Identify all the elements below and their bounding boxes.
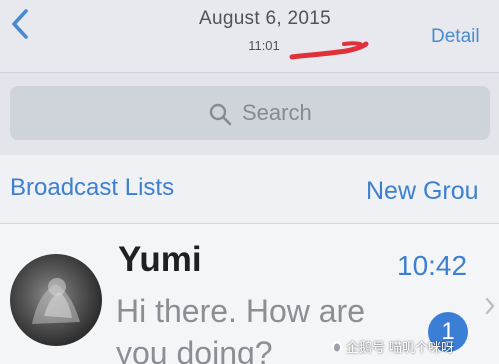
red-scribble-mark bbox=[289, 41, 369, 60]
chevron-left-icon bbox=[12, 9, 28, 39]
chat-list-screen: August 6, 2015 11:01 Detail Search Broad… bbox=[0, 0, 499, 364]
chevron-right-icon bbox=[485, 297, 495, 315]
search-bar: Search bbox=[0, 73, 499, 155]
message-time: 10:42 bbox=[397, 250, 468, 281]
back-button[interactable] bbox=[6, 6, 36, 42]
chat-actions-row: Broadcast Lists New Grou bbox=[0, 155, 499, 224]
navigation-bar: August 6, 2015 11:01 Detail bbox=[0, 0, 499, 73]
penguin-logo-icon bbox=[332, 340, 342, 353]
new-group-link[interactable]: New Grou bbox=[366, 177, 479, 206]
detail-button[interactable]: Detail bbox=[431, 26, 480, 48]
avatar bbox=[10, 254, 102, 346]
search-icon bbox=[209, 103, 232, 126]
search-placeholder: Search bbox=[242, 100, 312, 125]
broadcast-lists-link[interactable]: Broadcast Lists bbox=[10, 174, 174, 202]
avatar-image bbox=[32, 278, 80, 324]
conversation-date: August 6, 2015 bbox=[198, 8, 332, 29]
watermark: 企鹅号 喵叽个咪呀 bbox=[346, 341, 455, 356]
contact-name: Yumi bbox=[118, 240, 202, 279]
